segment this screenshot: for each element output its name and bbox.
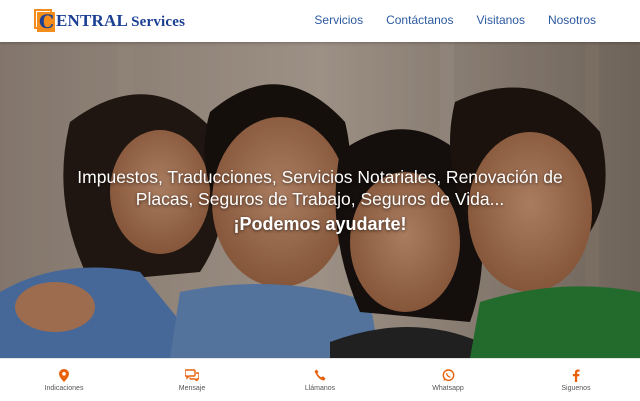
logo-brand: ENTRAL xyxy=(56,11,129,30)
logo-services: Services xyxy=(131,14,186,30)
hero-line-2: Placas, Seguros de Trabajo, Seguros de V… xyxy=(135,189,505,209)
whatsapp-button[interactable]: Whatsapp xyxy=(384,359,512,401)
hero-text: Impuestos, Traducciones, Servicios Notar… xyxy=(20,166,620,237)
siguenos-label: Siguenos xyxy=(561,385,591,392)
central-services-logo[interactable]: C ENTRAL Services xyxy=(34,7,185,35)
nav-visitanos[interactable]: Visitanos xyxy=(476,13,524,27)
map-marker-icon xyxy=(57,368,71,382)
logo-text: ENTRAL Services xyxy=(56,11,185,31)
hero-line-1: Impuestos, Traducciones, Servicios Notar… xyxy=(77,167,563,187)
nav-nosotros[interactable]: Nosotros xyxy=(548,13,596,27)
facebook-icon xyxy=(569,368,583,382)
llamanos-button[interactable]: Llámanos xyxy=(256,359,384,401)
siguenos-button[interactable]: Siguenos xyxy=(512,359,640,401)
hero-banner: Impuestos, Traducciones, Servicios Notar… xyxy=(0,42,640,358)
nav-contactanos[interactable]: Contáctanos xyxy=(386,13,453,27)
llamanos-label: Llámanos xyxy=(304,385,336,392)
whatsapp-icon xyxy=(441,368,455,382)
logo-mark: C xyxy=(34,9,56,33)
site-header: C ENTRAL Services Servicios Contáctanos V… xyxy=(0,0,640,42)
phone-icon xyxy=(313,368,327,382)
chat-bubbles-icon xyxy=(185,368,199,382)
nav-servicios[interactable]: Servicios xyxy=(314,13,363,27)
indicaciones-button[interactable]: Indicaciones xyxy=(0,359,128,401)
main-nav: Servicios Contáctanos Visitanos Nosotros xyxy=(314,13,596,27)
logo-letter: C xyxy=(39,11,55,33)
mensaje-label: Mensaje xyxy=(178,385,206,392)
indicaciones-label: Indicaciones xyxy=(44,385,84,392)
hero-cta: ¡Podemos ayudarte! xyxy=(233,214,407,234)
bottom-action-bar: Indicaciones Mensaje Llámanos Whatsapp S… xyxy=(0,358,640,401)
whatsapp-label: Whatsapp xyxy=(432,385,464,392)
mensaje-button[interactable]: Mensaje xyxy=(128,359,256,401)
